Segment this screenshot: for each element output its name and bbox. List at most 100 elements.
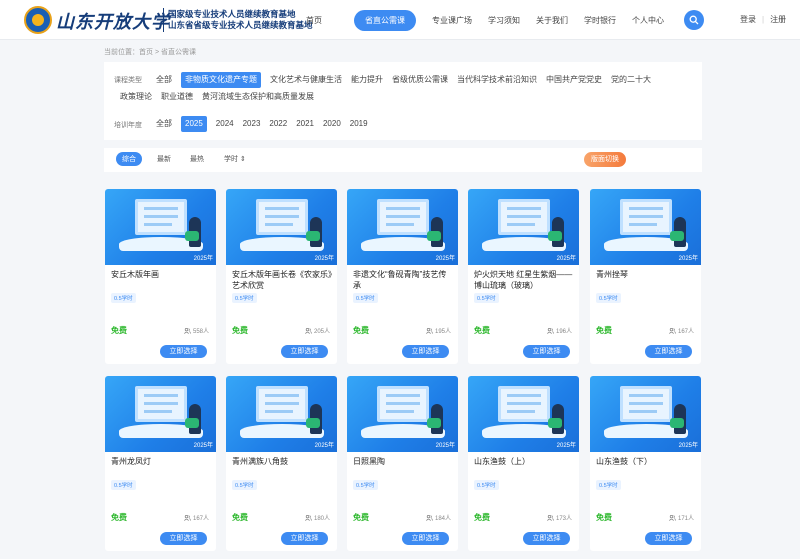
course-title[interactable]: 青州龙凤灯: [111, 456, 211, 467]
course-year-tag: 2025年: [314, 443, 334, 449]
course-card[interactable]: 2025年 非遗文化“鲁砚青陶”技艺传承 0.5学时 免费 195人 立即选择: [347, 189, 458, 364]
type-option[interactable]: 政策理论: [120, 89, 152, 105]
course-card[interactable]: 2025年 山东渔鼓（下） 0.5学时 免费 171人 立即选择: [590, 376, 701, 551]
course-card[interactable]: 2025年 山东渔鼓（上） 0.5学时 免费 173人 立即选择: [468, 376, 579, 551]
university-logo-icon[interactable]: [24, 6, 52, 34]
course-thumbnail[interactable]: 2025年: [347, 189, 458, 265]
enrollment-count-value: 196人: [555, 329, 572, 335]
course-card[interactable]: 2025年 炉火炽天地 红星生紫烟——博山琉璃（玻璃） 0.5学时 免费 196人 立即选…: [468, 189, 579, 364]
course-card[interactable]: 2025年安丘木版年画长卷《农家乐》艺术欣赏 0.5学时免费 205人立即选择: [226, 189, 337, 364]
select-course-button[interactable]: 立即选择: [281, 345, 328, 358]
enrollment-count: 558人: [184, 326, 209, 335]
course-title[interactable]: 青州满族八角鼓: [232, 456, 332, 467]
type-option[interactable]: 职业道德: [161, 89, 193, 105]
year-option[interactable]: 全部: [156, 116, 172, 132]
course-type-label: 课程类型: [114, 77, 142, 84]
select-course-button[interactable]: 立即选择: [645, 345, 692, 358]
type-option[interactable]: 当代科学技术前沿知识: [457, 72, 537, 88]
type-option[interactable]: 黄河流域生态保护和高质量发展: [202, 89, 314, 105]
course-thumbnail[interactable]: 2025年: [590, 189, 701, 265]
nav-professional-courses[interactable]: 专业课广场: [432, 15, 472, 26]
sort-comprehensive[interactable]: 综合: [116, 152, 142, 166]
type-option[interactable]: 能力提升: [351, 72, 383, 88]
course-thumbnail[interactable]: 2025年: [226, 189, 337, 265]
select-course-button[interactable]: 立即选择: [281, 532, 328, 545]
select-course-button[interactable]: 立即选择: [523, 345, 570, 358]
sort-hottest[interactable]: 最热: [190, 154, 204, 164]
enrollment-count-value: 205人: [313, 329, 330, 335]
type-option[interactable]: 文化艺术与健康生活: [270, 72, 342, 88]
course-thumbnail[interactable]: 2025年: [347, 376, 458, 452]
course-title[interactable]: 安丘木版年画: [111, 269, 211, 280]
year-option[interactable]: 2020: [323, 116, 341, 132]
course-price: 免费: [111, 513, 127, 522]
course-card[interactable]: 2025年 青州挫琴 0.5学时 免费 167人 立即选择: [590, 189, 701, 364]
enrollment-count: 180人: [305, 513, 330, 522]
year-option[interactable]: 2023: [243, 116, 261, 132]
course-title[interactable]: 安丘木版年画长卷《农家乐》艺术欣赏: [232, 269, 332, 291]
select-course-button[interactable]: 立即选择: [402, 345, 449, 358]
course-thumbnail[interactable]: 2025年: [590, 376, 701, 452]
course-title[interactable]: 山东渔鼓（下）: [596, 456, 696, 467]
layout-switch-button[interactable]: 版面切换: [584, 152, 626, 167]
course-hours-badge: 0.5学时: [353, 293, 378, 303]
course-year-tag: 2025年: [314, 256, 334, 262]
sort-newest[interactable]: 最新: [157, 154, 171, 164]
select-course-button[interactable]: 立即选择: [523, 532, 570, 545]
course-type-options-row2: 政策理论 职业道德 黄河流域生态保护和高质量发展: [120, 89, 680, 105]
nav-personal-center[interactable]: 个人中心: [632, 15, 664, 26]
year-option[interactable]: 2021: [296, 116, 314, 132]
type-option[interactable]: 党的二十大: [611, 72, 651, 88]
year-option[interactable]: 2019: [350, 116, 368, 132]
select-course-button[interactable]: 立即选择: [160, 532, 207, 545]
course-title[interactable]: 非遗文化“鲁砚青陶”技艺传承: [353, 269, 453, 291]
sort-hours[interactable]: 学时 ⇕: [224, 154, 246, 164]
login-link[interactable]: 登录: [740, 14, 756, 25]
course-title[interactable]: 日照黑陶: [353, 456, 453, 467]
year-option[interactable]: 2024: [216, 116, 234, 132]
course-year-tag: 2025年: [556, 256, 576, 262]
type-option-active[interactable]: 非物质文化遗产专题: [181, 72, 261, 88]
course-card[interactable]: 2025年 青州满族八角鼓 0.5学时 免费 180人 立即选择: [226, 376, 337, 551]
course-card[interactable]: 2025年 青州龙凤灯 0.5学时 免费 167人 立即选择: [105, 376, 216, 551]
university-name[interactable]: 山东开放大学: [56, 8, 170, 34]
course-title[interactable]: 青州挫琴: [596, 269, 696, 280]
breadcrumb: 当前位置：首页 > 省直公需课: [104, 49, 196, 56]
select-course-button[interactable]: 立即选择: [402, 532, 449, 545]
year-option[interactable]: 2022: [269, 116, 287, 132]
enrollment-count: 167人: [184, 513, 209, 522]
course-year-tag: 2025年: [556, 443, 576, 449]
search-button[interactable]: [684, 10, 704, 30]
type-option[interactable]: 中国共产党党史: [546, 72, 602, 88]
course-thumbnail[interactable]: 2025年: [105, 189, 216, 265]
course-thumbnail[interactable]: 2025年: [468, 376, 579, 452]
course-card[interactable]: 2025年 日照黑陶 0.5学时 免费 184人 立即选择: [347, 376, 458, 551]
training-year-label: 培训年度: [114, 122, 142, 129]
course-title[interactable]: 炉火炽天地 红星生紫烟——博山琉璃（玻璃）: [474, 269, 574, 291]
nav-credit-bank[interactable]: 学时银行: [584, 15, 616, 26]
course-thumbnail[interactable]: 2025年: [105, 376, 216, 452]
year-option-active[interactable]: 2025: [181, 116, 207, 132]
course-card[interactable]: 2025年 安丘木版年画 0.5学时 免费 558人 立即选择: [105, 189, 216, 364]
type-option[interactable]: 省级优质公需课: [392, 72, 448, 88]
course-thumbnail[interactable]: 2025年: [468, 189, 579, 265]
course-hours-badge: 0.5学时: [474, 480, 499, 490]
course-title[interactable]: 山东渔鼓（上）: [474, 456, 574, 467]
select-course-button[interactable]: 立即选择: [160, 345, 207, 358]
nav-study-guide[interactable]: 学习须知: [488, 15, 520, 26]
nav-about[interactable]: 关于我们: [536, 15, 568, 26]
filter-panel: 课程类型 全部 非物质文化遗产专题 文化艺术与健康生活 能力提升 省级优质公需课…: [104, 62, 702, 140]
course-thumbnail[interactable]: 2025年: [226, 376, 337, 452]
course-price: 免费: [232, 326, 248, 335]
register-link[interactable]: 注册: [770, 14, 786, 25]
enrollment-count-value: 167人: [192, 516, 209, 522]
nav-home[interactable]: 首页: [306, 15, 322, 26]
people-icon: [426, 327, 433, 334]
course-hours-badge: 0.5学时: [474, 293, 499, 303]
course-hours-badge: 0.5学时: [232, 293, 257, 303]
course-type-options: 全部 非物质文化遗产专题 文化艺术与健康生活 能力提升 省级优质公需课 当代科学…: [156, 72, 696, 88]
type-option[interactable]: 全部: [156, 72, 172, 88]
people-icon: [547, 327, 554, 334]
select-course-button[interactable]: 立即选择: [645, 532, 692, 545]
nav-public-courses[interactable]: 省直公需课: [354, 9, 416, 31]
